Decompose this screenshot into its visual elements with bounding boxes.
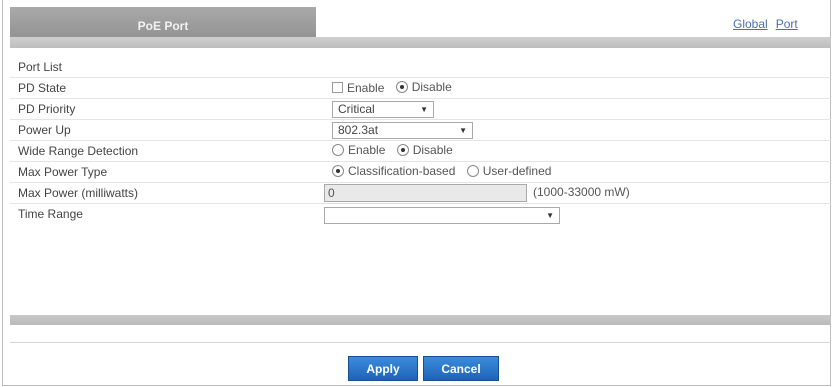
chevron-down-icon: ▼ <box>546 210 554 220</box>
pd-state-enable-checkbox[interactable] <box>332 82 343 93</box>
row-pd-state: PD State Enable Disable <box>10 77 831 99</box>
row-pd-priority: PD Priority Critical ▼ <box>10 98 831 120</box>
pd-priority-selected: Critical <box>338 102 375 116</box>
apply-button[interactable]: Apply <box>348 356 418 381</box>
row-port-list: Port List <box>10 57 831 78</box>
pd-priority-field: Critical ▼ <box>324 98 831 120</box>
max-power-milliwatts-label: Max Power (milliwatts) <box>10 182 324 204</box>
row-power-up: Power Up 802.3at ▼ <box>10 119 831 141</box>
max-power-range-hint: (1000-33000 mW) <box>533 185 630 200</box>
chevron-down-icon: ▼ <box>420 104 428 114</box>
top-nav: Global Port <box>733 17 798 35</box>
wide-range-enable-radio[interactable] <box>332 144 344 156</box>
power-up-selected: 802.3at <box>338 123 379 137</box>
row-max-power-type: Max Power Type Classification-based User… <box>10 161 831 183</box>
max-power-user-defined-radio[interactable] <box>466 165 479 177</box>
poe-port-form: Port List PD State Enable Disable PD Pri… <box>10 57 831 224</box>
global-link[interactable]: Global <box>733 17 768 35</box>
max-power-type-field: Classification-based User-defined <box>324 161 831 183</box>
pd-priority-select[interactable]: Critical ▼ <box>332 100 434 118</box>
max-power-milliwatts-field: 0 (1000-33000 mW) <box>324 182 831 204</box>
time-range-label: Time Range <box>10 203 324 224</box>
time-range-field: ▼ <box>324 203 831 224</box>
wide-range-disable-radio[interactable] <box>396 144 409 156</box>
max-power-classification-radio[interactable] <box>332 165 344 177</box>
wide-range-detection-field: Enable Disable <box>324 140 831 162</box>
pd-state-field: Enable Disable <box>324 77 831 99</box>
pd-state-enable-label: Enable <box>347 80 385 95</box>
wide-range-disable-label: Disable <box>412 143 453 157</box>
wide-range-detection-label: Wide Range Detection <box>10 140 324 162</box>
divider <box>10 342 831 343</box>
pd-state-disable-option[interactable]: Disable <box>395 80 452 94</box>
pd-state-disable-radio[interactable] <box>395 81 408 93</box>
pd-priority-label: PD Priority <box>10 98 324 120</box>
pd-state-disable-label: Disable <box>411 80 452 94</box>
max-power-user-defined-label: User-defined <box>482 164 552 178</box>
row-wide-range-detection: Wide Range Detection Enable Disable <box>10 140 831 162</box>
chevron-down-icon: ▼ <box>459 125 467 135</box>
port-list-label: Port List <box>18 60 63 74</box>
port-link[interactable]: Port <box>776 17 798 35</box>
footer-strip <box>10 315 831 325</box>
pd-state-enable-option[interactable]: Enable <box>332 81 384 95</box>
max-power-milliwatts-input[interactable]: 0 <box>324 184 527 202</box>
power-up-label: Power Up <box>10 119 324 141</box>
wide-range-disable-option[interactable]: Disable <box>396 143 453 157</box>
max-power-user-defined-option[interactable]: User-defined <box>466 164 552 178</box>
row-max-power-milliwatts: Max Power (milliwatts) 0 (1000-33000 mW) <box>10 182 831 204</box>
cancel-button[interactable]: Cancel <box>423 356 499 381</box>
power-up-field: 802.3at ▼ <box>324 119 831 141</box>
max-power-classification-option[interactable]: Classification-based <box>332 164 455 178</box>
max-power-classification-label: Classification-based <box>348 164 456 178</box>
wide-range-enable-option[interactable]: Enable <box>332 143 385 157</box>
wide-range-enable-label: Enable <box>348 143 386 157</box>
time-range-select[interactable]: ▼ <box>324 206 560 224</box>
pd-state-label: PD State <box>10 77 324 99</box>
header-strip <box>10 37 831 48</box>
power-up-select[interactable]: 802.3at ▼ <box>332 121 473 139</box>
port-list-value <box>324 57 831 78</box>
max-power-type-label: Max Power Type <box>10 161 324 183</box>
row-time-range: Time Range ▼ <box>10 203 831 224</box>
